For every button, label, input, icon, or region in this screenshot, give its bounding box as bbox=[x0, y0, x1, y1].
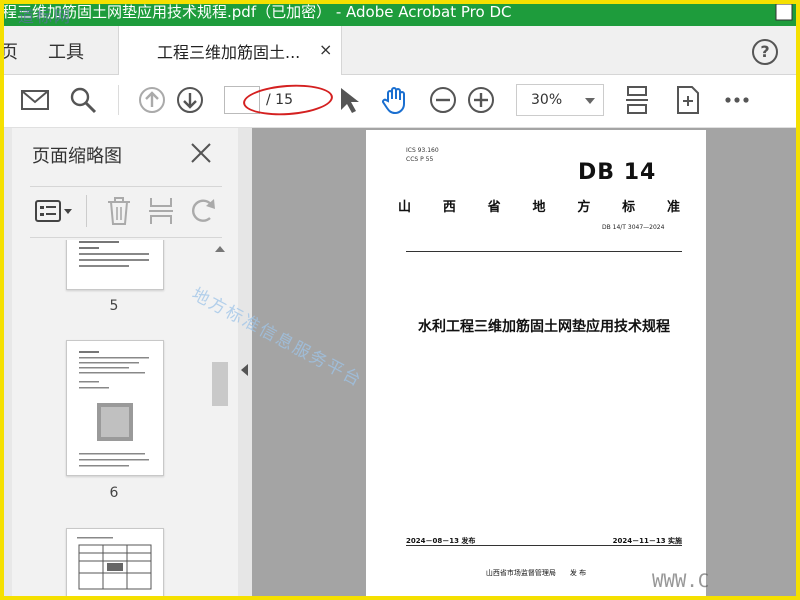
thumbnail-page-5-content bbox=[79, 241, 149, 267]
thumbnail-page-5[interactable] bbox=[66, 240, 164, 290]
db-mark: DB 14 bbox=[578, 160, 657, 185]
page-total: / 15 bbox=[266, 92, 293, 108]
tab-document-label: 工程三维加筋固土... bbox=[157, 43, 301, 62]
thumbnail-page-6-content bbox=[79, 351, 149, 467]
previous-page-icon[interactable] bbox=[137, 85, 167, 115]
extract-page-icon[interactable] bbox=[148, 196, 174, 226]
province-char: 西 bbox=[442, 200, 456, 215]
province-char: 方 bbox=[577, 200, 591, 215]
fit-width-icon[interactable] bbox=[622, 85, 652, 115]
province-char: 山 bbox=[398, 200, 412, 215]
zoom-out-icon[interactable] bbox=[428, 85, 458, 115]
tab-bar: 页 工具 工程三维加筋固土... × ? bbox=[0, 26, 800, 75]
thumbnail-page-7[interactable] bbox=[66, 528, 164, 600]
ics-line: ICS 93.160 bbox=[406, 147, 439, 154]
province-char: 省 bbox=[487, 200, 501, 215]
thumbnail-label: 5 bbox=[109, 298, 119, 314]
delete-icon[interactable] bbox=[106, 196, 132, 226]
thumbnail-panel-title: 页面缩略图 bbox=[32, 146, 122, 167]
tab-close-icon[interactable]: × bbox=[319, 40, 332, 59]
ics-code: ICS 93.160 CCS P 55 bbox=[406, 146, 439, 164]
rotate-icon[interactable] bbox=[188, 196, 218, 226]
zoom-value: 30% bbox=[531, 92, 563, 108]
more-icon[interactable] bbox=[722, 85, 752, 115]
thumbnail-page-7-content bbox=[77, 537, 152, 590]
zoom-in-icon[interactable] bbox=[466, 85, 496, 115]
page-number-input[interactable] bbox=[224, 86, 260, 114]
thumbnail-list: 5 6 bbox=[30, 240, 208, 600]
fit-page-icon[interactable] bbox=[672, 85, 702, 115]
tab-document[interactable]: 工程三维加筋固土... × bbox=[118, 26, 342, 75]
ccs-line: CCS P 55 bbox=[406, 156, 434, 163]
standard-code: DB 14/T 3047—2024 bbox=[602, 224, 665, 231]
email-icon[interactable] bbox=[20, 85, 50, 115]
close-icon[interactable] bbox=[190, 142, 212, 164]
scroll-up-icon[interactable] bbox=[215, 246, 225, 252]
search-icon[interactable] bbox=[68, 85, 98, 115]
thumbnail-panel: 页面缩略图 5 6 bbox=[0, 128, 239, 600]
tab-home[interactable]: 页 bbox=[0, 38, 18, 64]
toolbar-separator bbox=[118, 85, 119, 115]
window-title: 程三维加筋固土网垫应用技术规程.pdf（已加密） - Adobe Acrobat… bbox=[2, 3, 512, 21]
window-close-icon[interactable] bbox=[774, 2, 794, 22]
divider bbox=[406, 251, 682, 252]
document-title: 水利工程三维加筋固土网垫应用技术规程 bbox=[418, 319, 670, 335]
select-cursor-icon[interactable] bbox=[334, 85, 364, 115]
province-char: 标 bbox=[622, 200, 636, 215]
chevron-down-icon bbox=[585, 98, 595, 104]
province-char: 准 bbox=[666, 200, 680, 215]
watermark-bottom: WWW.C bbox=[652, 570, 710, 592]
sidebar-strip bbox=[0, 128, 12, 600]
collapse-arrow-icon bbox=[241, 364, 248, 376]
issue-word: 发 布 bbox=[569, 569, 587, 577]
next-page-icon[interactable] bbox=[175, 85, 205, 115]
pdf-page: ICS 93.160 CCS P 55 DB 14 山 西 省 地 方 标 准 … bbox=[366, 130, 706, 600]
thumbnail-page-6[interactable] bbox=[66, 340, 164, 476]
province-char: 地 bbox=[532, 200, 546, 215]
thumbnail-options-icon[interactable] bbox=[34, 197, 74, 225]
divider bbox=[406, 545, 682, 546]
thumbnail-label: 6 bbox=[109, 485, 119, 501]
title-bar: 程三维加筋固土网垫应用技术规程.pdf（已加密） - Adobe Acrobat… bbox=[0, 0, 800, 26]
tab-tools[interactable]: 工具 bbox=[48, 38, 84, 64]
province-standard-heading: 山 西 省 地 方 标 准 bbox=[398, 196, 680, 215]
toolbar: / 15 30% bbox=[0, 75, 800, 128]
watermark-top: 道标网 bbox=[18, 7, 73, 26]
scrollbar-thumb[interactable] bbox=[212, 362, 228, 406]
zoom-select[interactable]: 30% bbox=[516, 84, 604, 116]
issuer: 山西省市场监督管理局 bbox=[485, 569, 556, 577]
hand-tool-icon[interactable] bbox=[380, 85, 410, 115]
panel-collapse-handle[interactable] bbox=[238, 128, 252, 600]
thumbnail-toolbar bbox=[30, 186, 222, 238]
help-icon[interactable]: ? bbox=[752, 39, 778, 65]
toolbar-separator bbox=[86, 195, 87, 227]
